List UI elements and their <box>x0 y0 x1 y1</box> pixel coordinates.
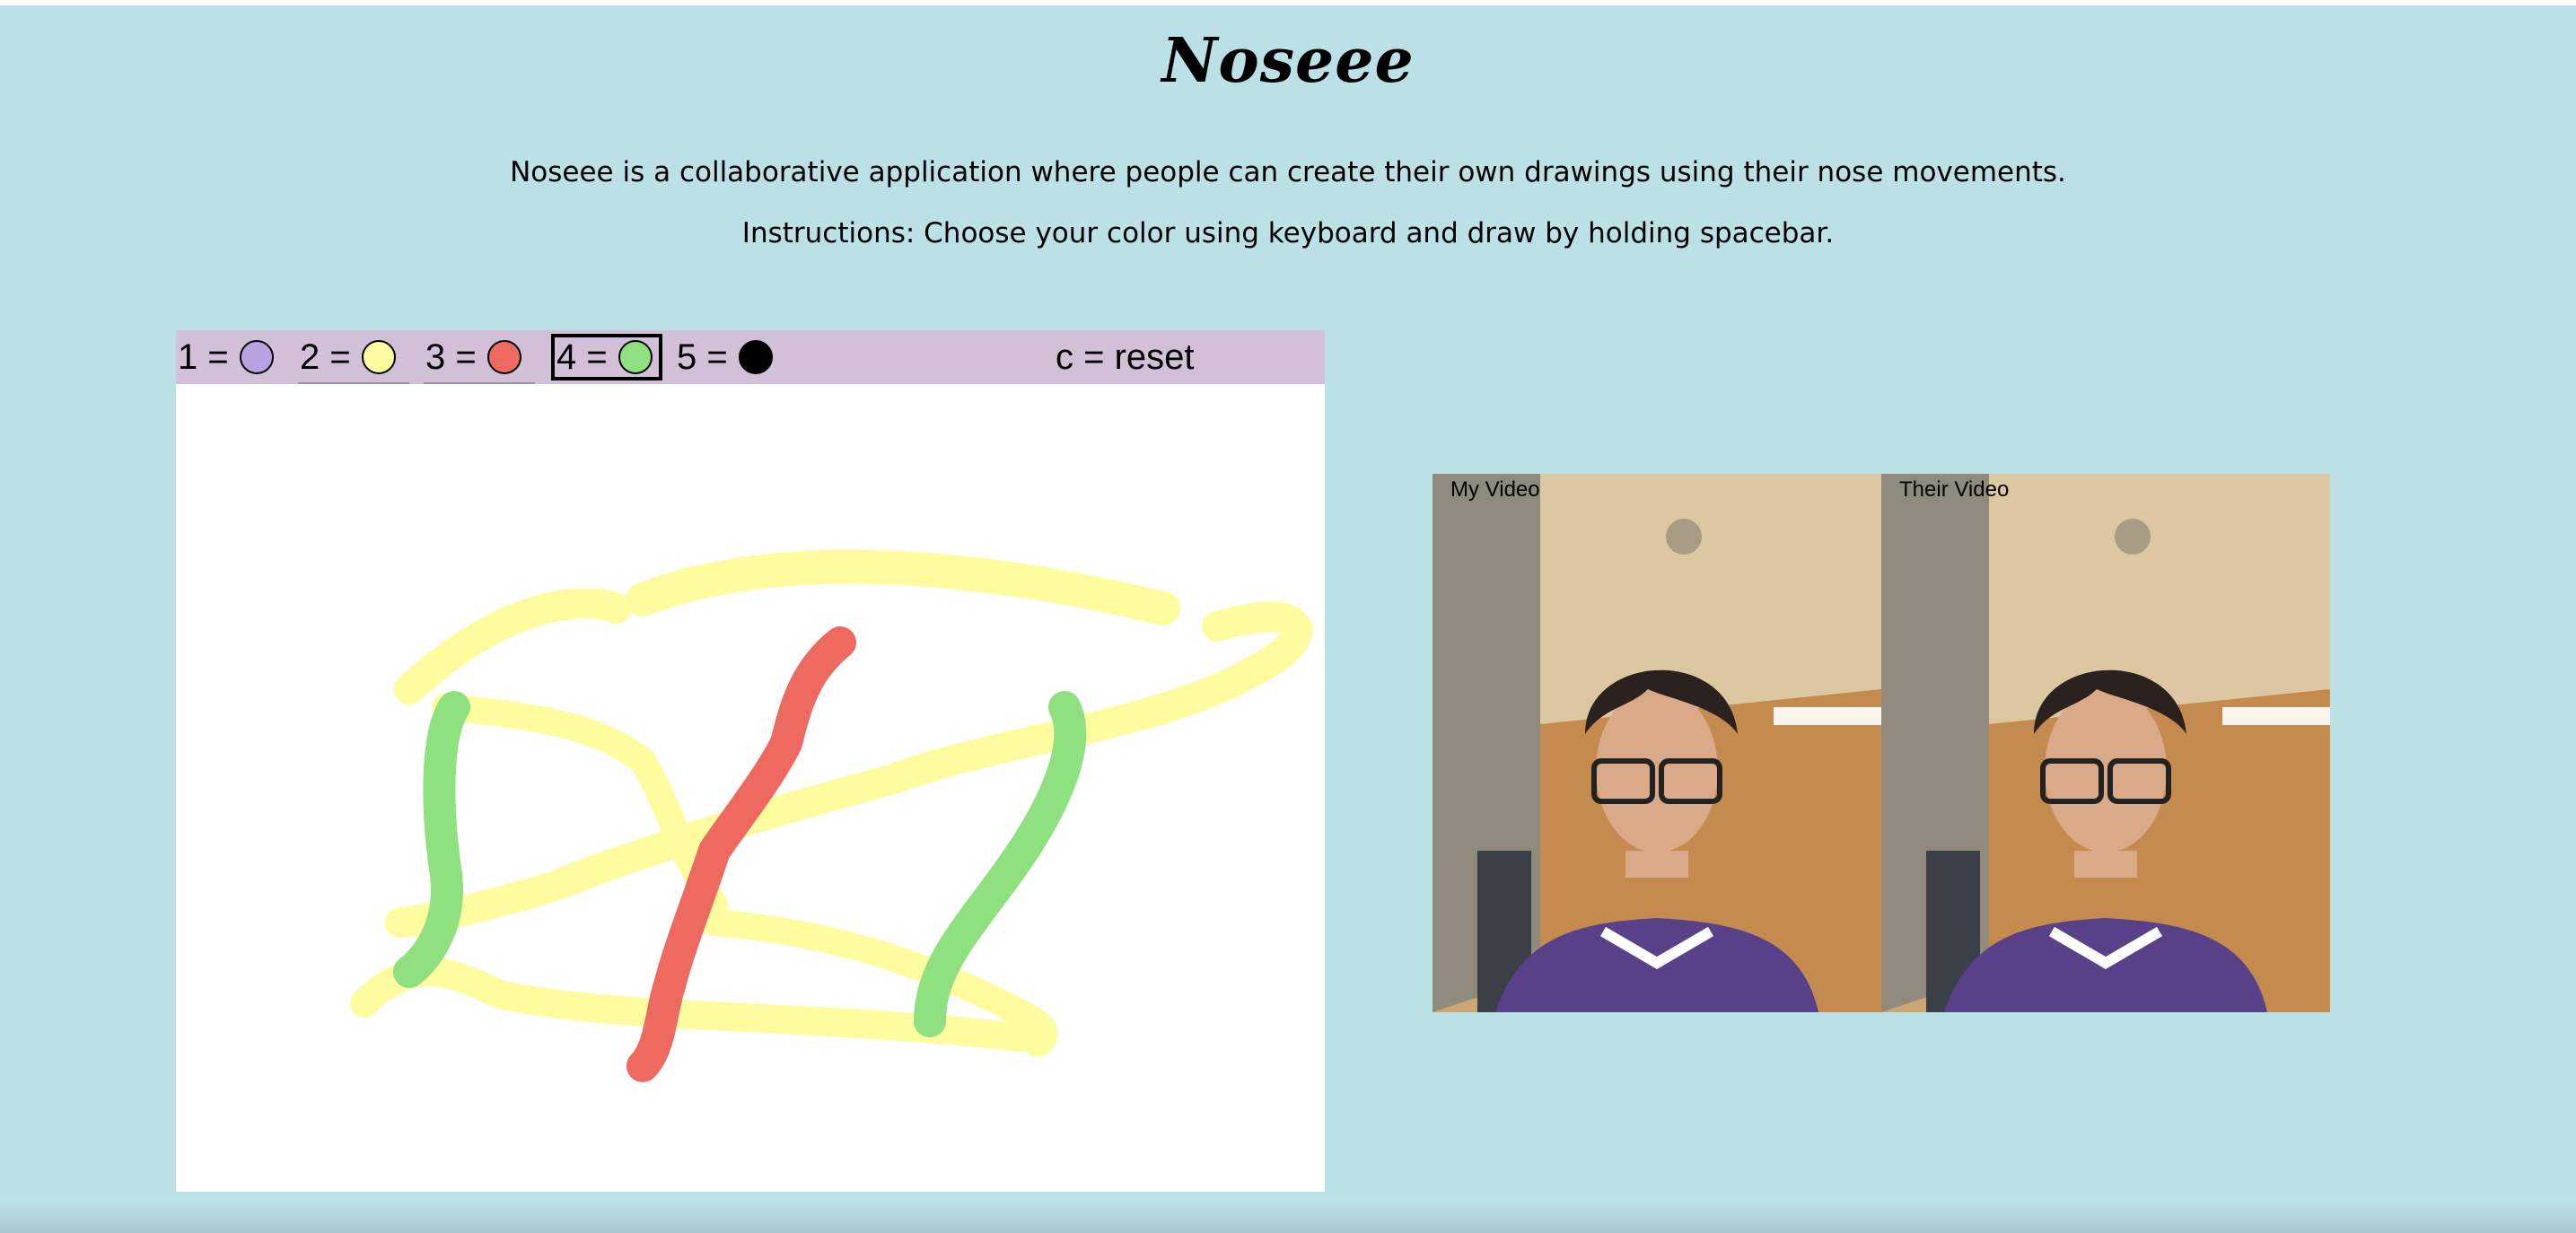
color-key-label: 2 = <box>300 337 351 377</box>
red-swatch-icon <box>486 340 521 374</box>
color-option-green-selected[interactable]: 4 = <box>551 334 662 380</box>
color-key-label: 1 = <box>178 337 229 377</box>
app-description: Noseee is a collaborative application wh… <box>510 156 2066 188</box>
color-toolbar: 1 = 2 = 3 = 4 = 5 = c = reset <box>176 330 1325 384</box>
green-swatch-icon <box>618 340 653 374</box>
color-option-red[interactable]: 3 = <box>424 334 535 384</box>
yellow-stroke <box>394 588 631 704</box>
their-video-label: Their Video <box>1899 477 2010 502</box>
bottom-shadow <box>0 1202 2576 1233</box>
purple-swatch-icon <box>239 340 274 374</box>
yellow-swatch-icon <box>361 340 396 374</box>
drawing-panel[interactable]: 1 = 2 = 3 = 4 = 5 = c = reset <box>176 330 1325 1192</box>
my-video: My Video <box>1433 474 1881 1012</box>
my-video-frame <box>1433 474 1881 1012</box>
browser-top-edge <box>0 0 2576 5</box>
yellow-stroke <box>385 601 1313 938</box>
page: Noseee Noseee is a collaborative applica… <box>0 0 2576 1233</box>
my-video-label: My Video <box>1450 477 1540 502</box>
reset-shortcut[interactable]: c = reset <box>1056 334 1195 380</box>
page-title: Noseee <box>1161 25 1415 97</box>
color-key-label: 3 = <box>425 337 477 377</box>
drawing-canvas[interactable] <box>176 384 1325 1192</box>
color-option-yellow[interactable]: 2 = <box>298 334 409 384</box>
their-video-frame <box>1881 474 2330 1012</box>
yellow-stroke <box>626 549 1180 625</box>
color-option-black[interactable]: 5 = <box>675 334 783 380</box>
color-key-label: 4 = <box>556 337 608 377</box>
black-swatch-icon <box>738 340 773 374</box>
color-key-label: 5 = <box>677 337 728 377</box>
instructions-text: Instructions: Choose your color using ke… <box>741 217 1835 249</box>
their-video: Their Video <box>1881 474 2330 1012</box>
color-option-purple[interactable]: 1 = <box>176 334 284 380</box>
